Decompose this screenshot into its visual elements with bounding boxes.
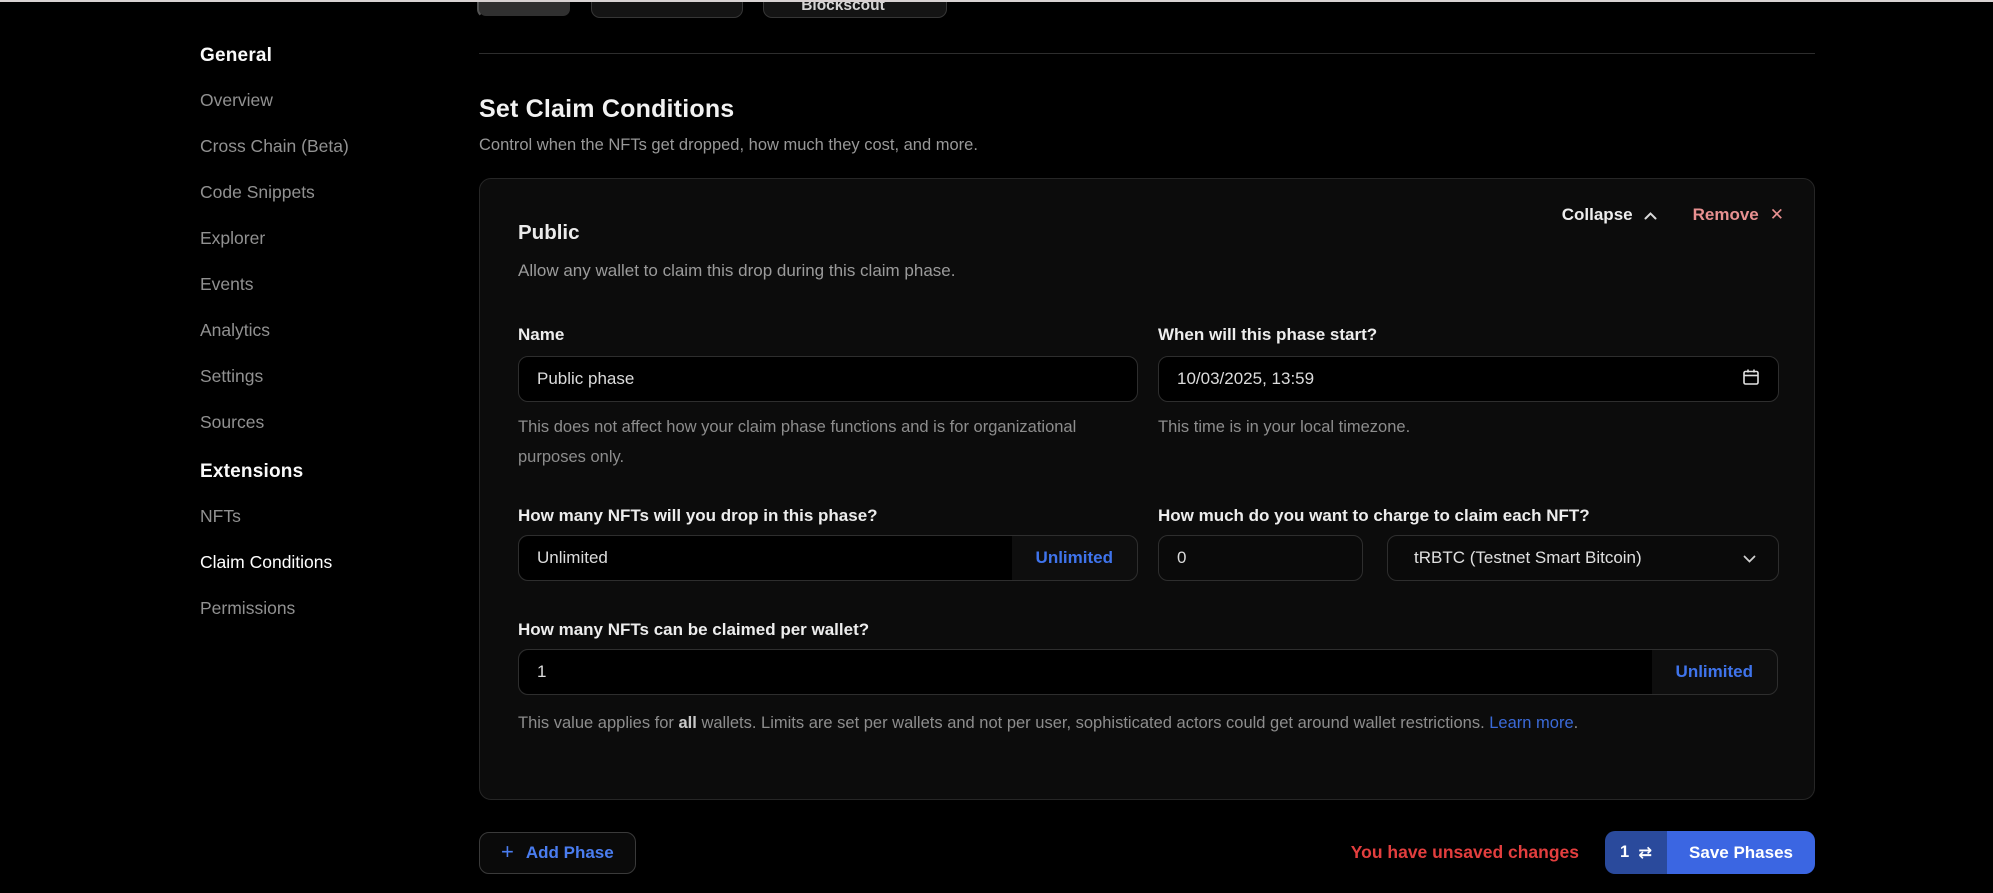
save-phases-button[interactable]: Save Phases — [1667, 831, 1815, 874]
section-divider — [479, 53, 1815, 54]
phase-card-actions: Collapse Remove ✕ — [1562, 205, 1784, 225]
save-split-button: 1 ⇄ Save Phases — [1605, 831, 1815, 874]
sidebar: General Overview Cross Chain (Beta) Code… — [200, 45, 450, 644]
per-wallet-helper-middle: wallets. Limits are set per wallets and … — [697, 714, 1489, 732]
clipped-top-button[interactable] — [477, 0, 572, 18]
supply-input[interactable] — [519, 536, 1012, 580]
top-edge-highlight — [0, 0, 1993, 2]
claim-phase-card: Public Allow any wallet to claim this dr… — [479, 178, 1815, 800]
supply-input-group: Unlimited — [518, 535, 1138, 581]
chevron-up-icon — [1644, 205, 1657, 225]
swap-arrows-icon: ⇄ — [1638, 843, 1652, 863]
learn-more-link[interactable]: Learn more — [1489, 714, 1573, 732]
claim-conditions-page: General Overview Cross Chain (Beta) Code… — [0, 0, 1993, 893]
sidebar-item-events[interactable]: Events — [200, 274, 450, 294]
add-phase-button[interactable]: + Add Phase — [479, 832, 636, 874]
sidebar-item-cross-chain[interactable]: Cross Chain (Beta) — [200, 136, 450, 156]
sidebar-item-sources[interactable]: Sources — [200, 412, 450, 432]
supply-unlimited-button[interactable]: Unlimited — [1012, 536, 1137, 580]
block-explorer-button[interactable]: Rootstock Blockscout — [763, 0, 947, 18]
start-time-value: 10/03/2025, 13:59 — [1177, 369, 1742, 389]
currency-select[interactable]: tRBTC (Testnet Smart Bitcoin) — [1387, 535, 1779, 581]
per-wallet-helper: This value applies for all wallets. Limi… — [518, 708, 1718, 738]
sidebar-item-code-snippets[interactable]: Code Snippets — [200, 182, 450, 202]
plus-icon: + — [501, 841, 514, 863]
sidebar-item-nfts[interactable]: NFTs — [200, 506, 450, 526]
chevron-down-icon — [1743, 548, 1756, 568]
per-wallet-helper-suffix: . — [1574, 714, 1579, 732]
sidebar-section-title-extensions: Extensions — [200, 461, 450, 483]
add-phase-label: Add Phase — [526, 843, 614, 863]
per-wallet-input[interactable] — [519, 650, 1652, 694]
collapse-label: Collapse — [1562, 205, 1633, 225]
phase-count-button[interactable]: 1 ⇄ — [1605, 831, 1667, 874]
sidebar-item-permissions[interactable]: Permissions — [200, 598, 450, 618]
collapse-button[interactable]: Collapse — [1562, 205, 1657, 225]
per-wallet-helper-bold: all — [679, 714, 697, 732]
sidebar-item-explorer[interactable]: Explorer — [200, 228, 450, 248]
phase-count-value: 1 — [1620, 843, 1629, 862]
phase-title: Public — [518, 221, 580, 245]
per-wallet-input-group: Unlimited — [518, 649, 1778, 695]
page-subtitle: Control when the NFTs get dropped, how m… — [479, 136, 978, 155]
sidebar-section-extensions: Extensions NFTs Claim Conditions Permiss… — [200, 461, 450, 618]
price-amount-input[interactable] — [1158, 535, 1363, 581]
phase-name-input[interactable] — [518, 356, 1138, 402]
contract-address-button[interactable]: 0xeDcc...406e9 — [591, 0, 743, 18]
sidebar-section-general: General Overview Cross Chain (Beta) Code… — [200, 45, 450, 432]
start-time-helper: This time is in your local timezone. — [1158, 412, 1758, 442]
unsaved-changes-message: You have unsaved changes — [1351, 842, 1579, 863]
footer-actions: You have unsaved changes 1 ⇄ Save Phases — [1351, 831, 1815, 874]
start-time-input[interactable]: 10/03/2025, 13:59 — [1158, 356, 1779, 402]
page-title: Set Claim Conditions — [479, 95, 734, 124]
close-icon: ✕ — [1770, 205, 1784, 225]
block-explorer-label: Rootstock Blockscout — [774, 0, 912, 15]
sidebar-item-claim-conditions[interactable]: Claim Conditions — [200, 552, 450, 572]
per-wallet-field-label: How many NFTs can be claimed per wallet? — [518, 620, 869, 640]
sidebar-item-analytics[interactable]: Analytics — [200, 320, 450, 340]
main-content: 0xeDcc...406e9 Rootstock Blockscout Set … — [479, 0, 1817, 893]
sidebar-item-settings[interactable]: Settings — [200, 366, 450, 386]
remove-button[interactable]: Remove ✕ — [1693, 205, 1784, 225]
sidebar-item-overview[interactable]: Overview — [200, 90, 450, 110]
per-wallet-unlimited-button[interactable]: Unlimited — [1652, 650, 1777, 694]
sidebar-section-title-general: General — [200, 45, 450, 67]
phase-description: Allow any wallet to claim this drop duri… — [518, 261, 955, 281]
currency-select-value: tRBTC (Testnet Smart Bitcoin) — [1414, 548, 1743, 568]
supply-field-label: How many NFTs will you drop in this phas… — [518, 506, 878, 526]
calendar-icon — [1742, 368, 1760, 391]
name-field-helper: This does not affect how your claim phas… — [518, 412, 1078, 472]
start-time-label: When will this phase start? — [1158, 325, 1377, 345]
name-field-label: Name — [518, 325, 564, 345]
price-field-label: How much do you want to charge to claim … — [1158, 506, 1590, 526]
remove-label: Remove — [1693, 205, 1759, 225]
per-wallet-helper-prefix: This value applies for — [518, 714, 679, 732]
